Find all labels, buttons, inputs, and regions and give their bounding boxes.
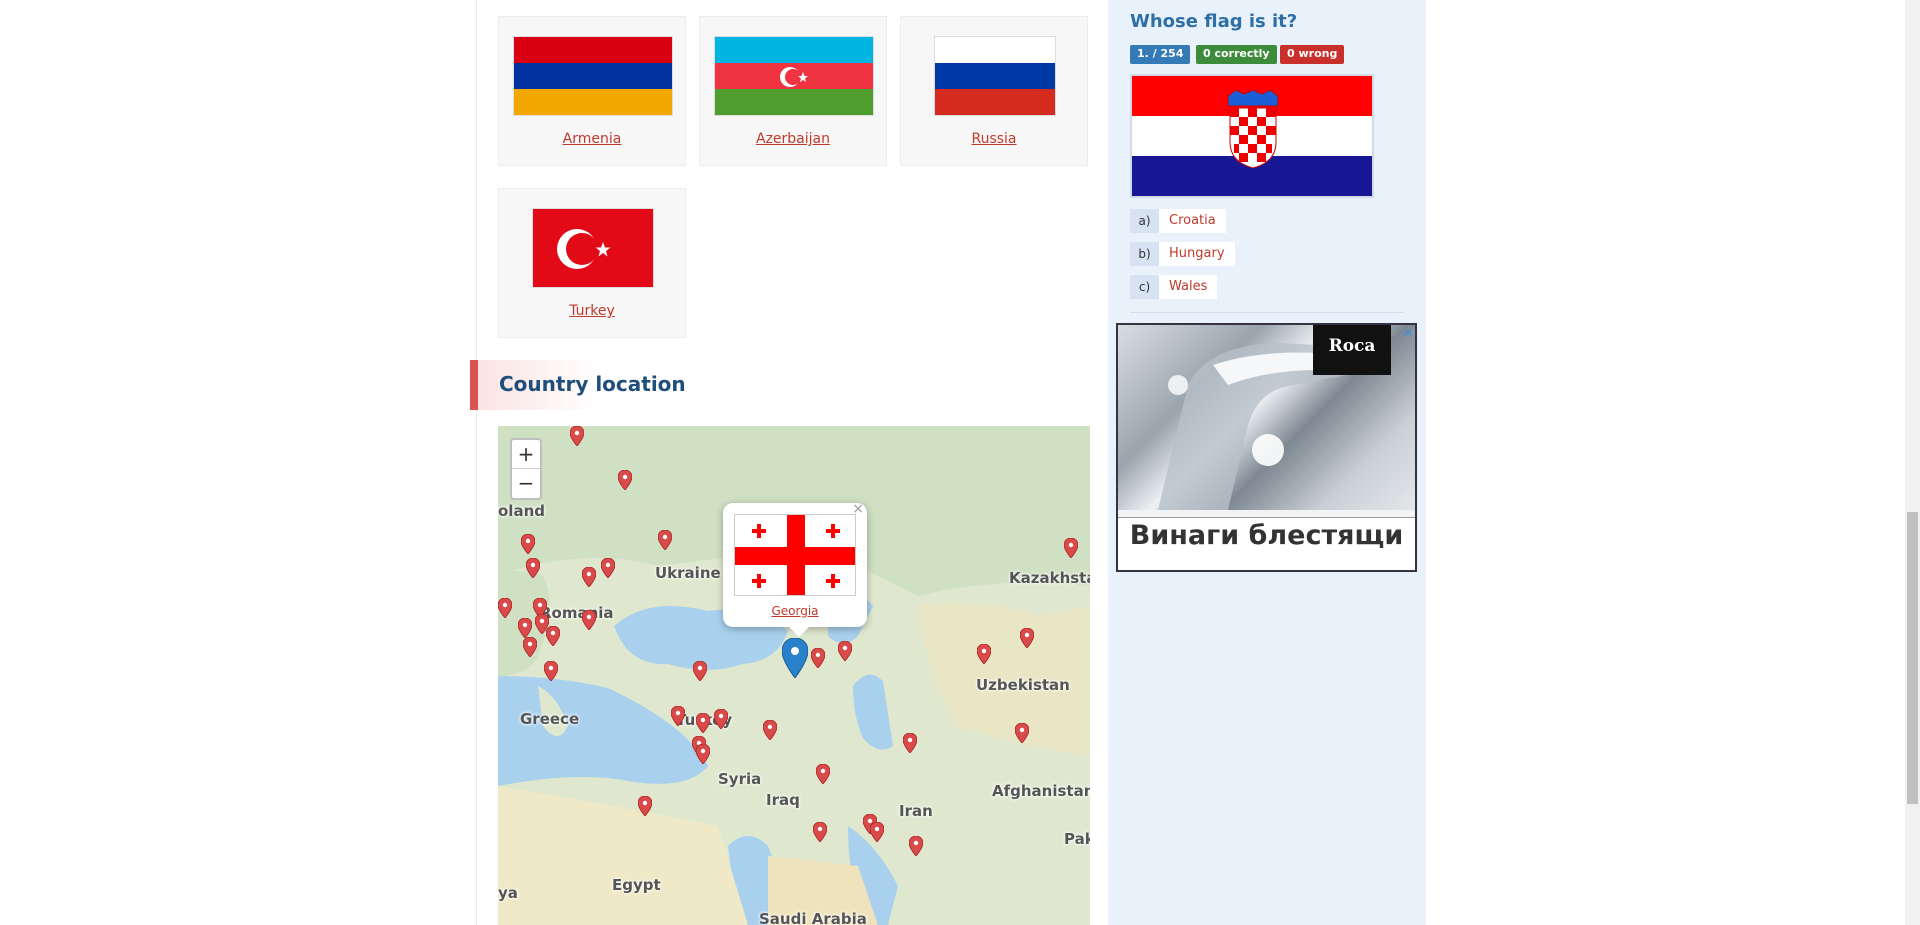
armenia-flag-image <box>513 36 673 116</box>
map-marker-icon[interactable] <box>671 706 685 726</box>
map-marker-icon[interactable] <box>523 637 537 657</box>
map-marker-icon[interactable] <box>498 598 512 618</box>
map-label-poland: oland <box>498 502 545 520</box>
answer-letter: a) <box>1130 209 1159 233</box>
map-label-saudi-arabia: Saudi Arabia <box>759 910 867 925</box>
map-marker-icon[interactable] <box>838 641 852 661</box>
map-marker-icon[interactable] <box>601 558 615 578</box>
wrong-badge: 0 wrong <box>1280 45 1345 64</box>
section-accent-bar <box>470 360 478 410</box>
answer-letter: b) <box>1130 242 1159 266</box>
selected-marker-icon[interactable] <box>782 638 808 678</box>
zoom-control: + − <box>510 438 542 500</box>
section-header: Country location <box>470 360 1090 410</box>
map-label-libya: ya <box>498 884 518 902</box>
map-marker-icon[interactable] <box>816 764 830 784</box>
map-marker-icon[interactable] <box>658 530 672 550</box>
map-marker-icon[interactable] <box>544 661 558 681</box>
map-label-egypt: Egypt <box>612 876 661 894</box>
map-label-syria: Syria <box>718 770 762 788</box>
map-marker-icon[interactable] <box>714 709 728 729</box>
map-marker-icon[interactable] <box>696 744 710 764</box>
popup-country-link[interactable]: Georgia <box>723 604 867 618</box>
map-marker-icon[interactable] <box>909 836 923 856</box>
quiz-flag-image <box>1130 74 1374 198</box>
flag-card-azerbaijan[interactable]: Azerbaijan <box>699 16 887 166</box>
map-marker-icon[interactable] <box>811 648 825 668</box>
map-marker-icon[interactable] <box>638 796 652 816</box>
country-map[interactable]: + − oland Ukraine Romania Kazakhsta Uzbe… <box>498 426 1090 925</box>
flag-link-azerbaijan[interactable]: Azerbaijan <box>700 131 886 147</box>
map-label-romania: Romania <box>540 604 614 622</box>
flag-card-armenia[interactable]: Armenia <box>498 16 686 166</box>
map-marker-icon[interactable] <box>518 618 532 638</box>
map-label-afghanistan: Afghanistan <box>992 782 1090 800</box>
map-marker-icon[interactable] <box>1064 538 1078 558</box>
answer-text[interactable]: Croatia <box>1159 209 1226 233</box>
map-label-iraq: Iraq <box>766 791 800 809</box>
section-title: Country location <box>499 372 686 396</box>
page-scrollbar-thumb[interactable] <box>1907 512 1918 804</box>
flag-card-turkey[interactable]: Turkey <box>498 188 686 338</box>
answer-text[interactable]: Hungary <box>1159 242 1235 266</box>
map-label-ukraine: Ukraine <box>655 564 721 582</box>
map-marker-icon[interactable] <box>977 644 991 664</box>
flag-link-russia[interactable]: Russia <box>901 131 1087 147</box>
map-marker-icon[interactable] <box>521 534 535 554</box>
zoom-out-button[interactable]: − <box>512 469 540 498</box>
map-marker-icon[interactable] <box>903 733 917 753</box>
map-marker-icon[interactable] <box>526 558 540 578</box>
map-label-kazakhstan: Kazakhsta <box>1009 569 1090 587</box>
map-label-iran: Iran <box>899 802 933 820</box>
flag-card-russia[interactable]: Russia <box>900 16 1088 166</box>
zoom-in-button[interactable]: + <box>512 440 540 469</box>
map-label-pakistan: Pak <box>1064 830 1090 848</box>
ad-brand-logo: Roca <box>1313 325 1391 375</box>
turkey-flag-image <box>532 208 654 288</box>
map-popup: × Georgia <box>723 501 867 637</box>
answer-letter: c) <box>1130 275 1159 299</box>
quiz-title: Whose flag is it? <box>1130 11 1298 32</box>
azerbaijan-flag-image <box>714 36 874 116</box>
correct-badge: 0 correctly <box>1196 45 1277 64</box>
flag-link-turkey[interactable]: Turkey <box>499 303 685 319</box>
popup-tip <box>789 627 809 637</box>
map-marker-icon[interactable] <box>582 567 596 587</box>
flag-link-armenia[interactable]: Armenia <box>499 131 685 147</box>
advertisement[interactable]: Roca ✕ Винаги блестящи <box>1116 323 1417 572</box>
map-marker-icon[interactable] <box>570 426 584 446</box>
ad-close-icon[interactable]: ✕ <box>1403 326 1413 340</box>
sidebar-divider <box>1130 312 1404 313</box>
answer-text[interactable]: Wales <box>1159 275 1218 299</box>
map-marker-icon[interactable] <box>870 822 884 842</box>
map-label-uzbekistan: Uzbekistan <box>976 676 1070 694</box>
coat-of-arms-icon <box>1227 90 1279 168</box>
crescent-star-icon <box>557 229 611 269</box>
map-marker-icon[interactable] <box>1020 628 1034 648</box>
map-marker-icon[interactable] <box>696 713 710 733</box>
georgia-flag-image <box>734 514 856 596</box>
map-label-greece: Greece <box>520 710 580 728</box>
map-marker-icon[interactable] <box>618 470 632 490</box>
map-marker-icon[interactable] <box>813 822 827 842</box>
map-marker-icon[interactable] <box>546 626 560 646</box>
progress-badge: 1. / 254 <box>1130 45 1191 64</box>
russia-flag-image <box>934 36 1056 116</box>
map-marker-icon[interactable] <box>693 661 707 681</box>
crescent-star-icon <box>780 67 808 87</box>
map-marker-icon[interactable] <box>763 720 777 740</box>
ad-slogan: Винаги блестящи <box>1129 520 1404 551</box>
map-marker-icon[interactable] <box>582 610 596 630</box>
ad-separator <box>1118 510 1415 518</box>
georgia-cross-icon <box>735 515 855 595</box>
map-marker-icon[interactable] <box>1015 723 1029 743</box>
